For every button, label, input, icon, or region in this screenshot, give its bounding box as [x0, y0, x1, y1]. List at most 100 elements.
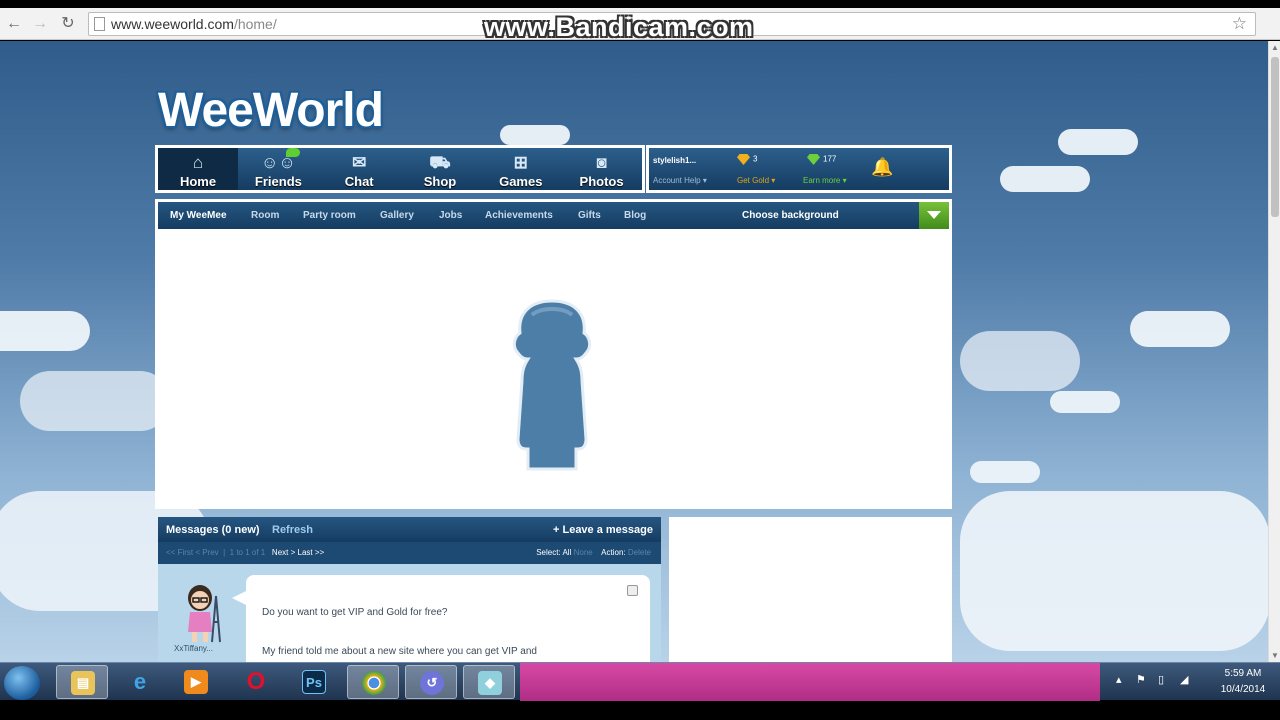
- taskbar-photoshop[interactable]: Ps: [288, 665, 340, 699]
- bookmark-star-icon[interactable]: ☆: [1232, 13, 1247, 35]
- nav-friends-label: Friends: [254, 174, 302, 189]
- message-line-1: Do you want to get VIP and Gold for free…: [262, 607, 448, 618]
- sender-name[interactable]: XxTiffany...: [174, 644, 213, 653]
- url-host: www.weeworld.com: [111, 16, 234, 32]
- photos-icon: ◙: [596, 153, 607, 172]
- reload-icon[interactable]: ↻: [58, 14, 78, 34]
- background-select[interactable]: Choose background: [742, 210, 839, 221]
- account-help-link[interactable]: Account Help ▾: [653, 176, 707, 185]
- app-icon: ◆: [478, 671, 502, 695]
- cloud: [960, 331, 1080, 391]
- bell-icon[interactable]: 🔔: [871, 157, 893, 178]
- page-icon: [94, 17, 105, 31]
- nav-chat[interactable]: ✉ Chat: [319, 148, 400, 190]
- cloud: [970, 461, 1040, 483]
- taskbar-opera[interactable]: O: [230, 665, 282, 699]
- windows-start-button[interactable]: [4, 666, 40, 700]
- taskbar-explorer[interactable]: ▤: [56, 665, 108, 699]
- nav-home-label: Home: [179, 174, 217, 189]
- volume-icon[interactable]: ◢: [1180, 673, 1188, 686]
- select-label: Select:: [536, 548, 561, 557]
- media-player-icon: ▶: [184, 670, 208, 694]
- taskbar: ▤ e ▶ O Ps ↺ ◆ ▴ ⚑ ▯ ◢ 5:59 AM 10/4/2014: [0, 662, 1280, 701]
- nav-games[interactable]: ⊞ Games: [480, 148, 561, 190]
- avatar-silhouette[interactable]: [510, 299, 594, 471]
- taskbar-chrome[interactable]: [347, 665, 399, 699]
- subnav-party-room[interactable]: Party room: [303, 210, 356, 221]
- sender-avatar[interactable]: [176, 582, 230, 644]
- pager-first-prev[interactable]: << First < Prev: [166, 548, 219, 557]
- pager-next-last[interactable]: Next > Last >>: [272, 548, 324, 557]
- notification-dot: [286, 148, 300, 157]
- clock-time[interactable]: 5:59 AM: [1216, 668, 1270, 679]
- nav-shop[interactable]: ⛟ Shop: [400, 148, 481, 190]
- gold-count: 3: [753, 154, 758, 164]
- subnav-blog[interactable]: Blog: [624, 210, 646, 221]
- nav-photos-label: Photos: [579, 174, 624, 189]
- taskbar-media-player[interactable]: ▶: [170, 665, 222, 699]
- page-viewport: WeeWorld ⌂ Home ☺☺ Friends ✉ Chat ⛟ Shop…: [0, 41, 1268, 662]
- username[interactable]: stylelish1...: [653, 156, 696, 165]
- delete-link[interactable]: Delete: [628, 548, 651, 557]
- subnav-achievements[interactable]: Achievements: [485, 210, 553, 221]
- subnav-jobs[interactable]: Jobs: [439, 210, 462, 221]
- messages-header: Messages (0 new) Refresh + Leave a messa…: [158, 517, 661, 542]
- gems-count: 177: [823, 154, 837, 164]
- cloud: [1000, 166, 1090, 192]
- avatar-stage: [155, 229, 952, 509]
- nav-photos[interactable]: ◙ Photos: [561, 148, 642, 190]
- pager-range: 1 to 1 of 1: [229, 548, 266, 557]
- subnav-gifts[interactable]: Gifts: [578, 210, 601, 221]
- select-none-link[interactable]: None: [574, 548, 593, 557]
- chat-icon: ✉: [352, 153, 367, 172]
- back-icon[interactable]: ←: [4, 14, 24, 34]
- message-line-2: My friend told me about a new site where…: [262, 646, 537, 657]
- scroll-down-icon[interactable]: ▼: [1271, 651, 1279, 660]
- games-icon: ⊞: [513, 153, 528, 172]
- nav-friends[interactable]: ☺☺ Friends: [238, 148, 319, 190]
- action-center-flag-icon[interactable]: ⚑: [1136, 673, 1146, 686]
- refresh-link[interactable]: Refresh: [272, 524, 313, 536]
- nav-chat-label: Chat: [344, 174, 374, 189]
- scroll-thumb[interactable]: [1271, 57, 1279, 217]
- taskbar-ie[interactable]: e: [114, 665, 166, 699]
- subnav-room[interactable]: Room: [251, 210, 279, 221]
- subnav-gallery[interactable]: Gallery: [380, 210, 414, 221]
- weeworld-logo[interactable]: WeeWorld: [158, 83, 384, 138]
- taskbar-app[interactable]: ◆: [463, 665, 515, 699]
- forward-icon[interactable]: →: [30, 14, 50, 34]
- gold-gem-icon: [737, 154, 750, 165]
- get-gold-link[interactable]: Get Gold ▾: [737, 176, 775, 185]
- subnav-my-weemee[interactable]: My WeeMee: [170, 210, 227, 221]
- clock-date[interactable]: 10/4/2014: [1216, 684, 1270, 695]
- green-gem-icon: [807, 154, 820, 165]
- cloud: [1050, 391, 1120, 413]
- account-help-label: Account Help: [653, 176, 701, 185]
- page-scrollbar[interactable]: ▲ ▼: [1268, 41, 1280, 662]
- message-checkbox[interactable]: [627, 585, 638, 596]
- taskbar-utorrent[interactable]: ↺: [405, 665, 457, 699]
- messages-panel: Messages (0 new) Refresh + Leave a messa…: [158, 517, 661, 662]
- photoshop-icon: Ps: [302, 670, 326, 694]
- torrent-icon: ↺: [420, 671, 444, 695]
- url-path: /home/: [233, 16, 277, 32]
- action-label: Action:: [601, 548, 626, 557]
- shop-icon: ⛟: [429, 153, 451, 172]
- user-panel: stylelish1... Account Help ▾ 3 Get Gold …: [646, 145, 952, 193]
- network-icon[interactable]: ▯: [1158, 673, 1164, 686]
- scroll-up-icon[interactable]: ▲: [1271, 43, 1279, 52]
- cloud: [1130, 311, 1230, 347]
- leave-message-link[interactable]: + Leave a message: [553, 524, 653, 536]
- cloud: [0, 311, 90, 351]
- get-gold-label: Get Gold: [737, 176, 770, 185]
- folder-icon: ▤: [71, 671, 95, 695]
- select-all-link[interactable]: All: [562, 548, 571, 557]
- earn-more-link[interactable]: Earn more ▾: [803, 176, 847, 185]
- nav-home[interactable]: ⌂ Home: [158, 148, 238, 190]
- nav-shop-label: Shop: [423, 174, 457, 189]
- sub-nav: My WeeMee Room Party room Gallery Jobs A…: [155, 199, 952, 229]
- earn-more-label: Earn more: [803, 176, 841, 185]
- show-hidden-icons-icon[interactable]: ▴: [1116, 673, 1122, 686]
- chrome-icon: [362, 671, 386, 695]
- background-dropdown-button[interactable]: [919, 202, 949, 229]
